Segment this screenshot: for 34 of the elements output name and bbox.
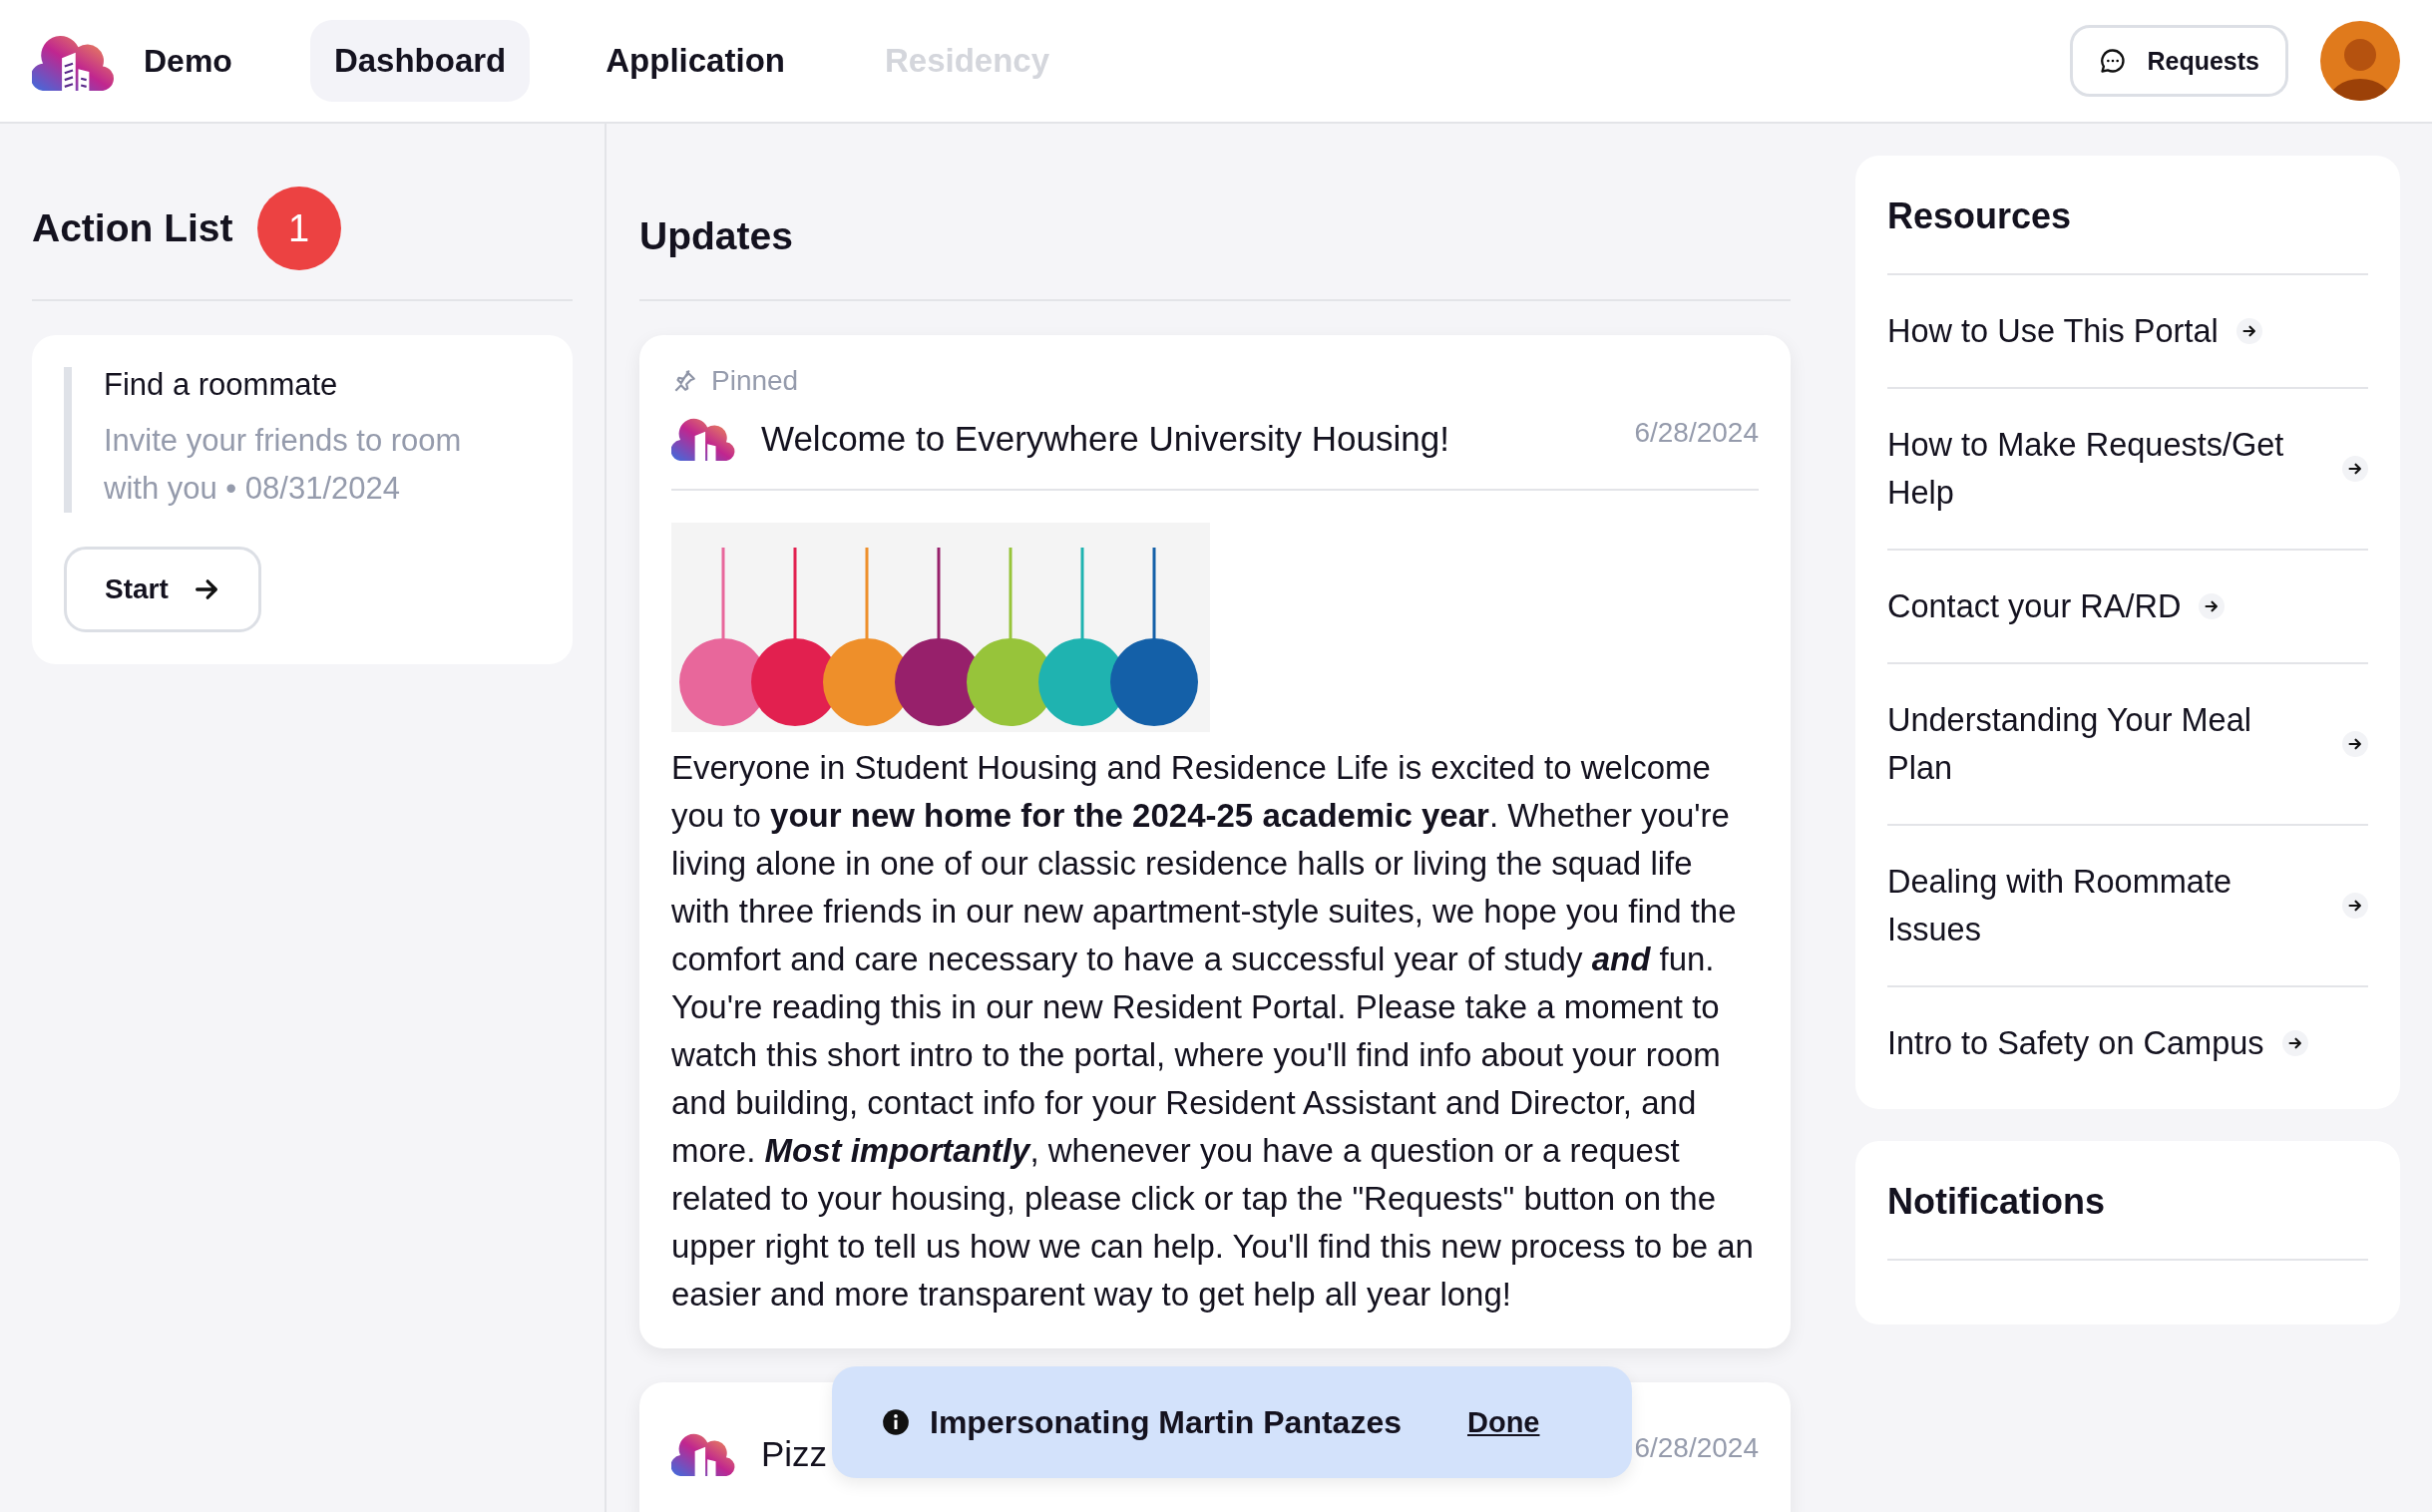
action-description: Invite your friends to room with you • 08/31/2024 <box>104 422 463 508</box>
nav-tab[interactable]: Dashboard <box>309 20 531 102</box>
brand-name[interactable]: Demo <box>144 42 232 80</box>
arrow-right-icon <box>2281 1030 2308 1056</box>
resource-link[interactable]: Contact your RA/RD <box>1887 551 2368 664</box>
chat-bubble-icon <box>2099 47 2128 75</box>
nav-tab[interactable]: Application <box>582 20 809 102</box>
card-title: Resources <box>1887 195 2368 275</box>
start-button[interactable]: Start <box>64 547 261 632</box>
resource-link[interactable]: How to Use This Portal <box>1887 275 2368 389</box>
section-title: Updates <box>639 214 793 258</box>
resource-link[interactable]: Understanding Your Meal Plan <box>1887 664 2368 826</box>
post-title: Pizz <box>761 1434 829 1474</box>
pinned-label: Pinned <box>711 365 799 397</box>
arrow-right-icon <box>2342 893 2368 919</box>
requests-button[interactable]: Requests <box>2070 25 2288 97</box>
done-link[interactable]: Done <box>1467 1405 1540 1439</box>
info-icon <box>882 1408 910 1436</box>
post-title: Welcome to Everywhere University Housing! <box>761 419 1450 459</box>
banner-message: Impersonating Martin Pantazes <box>930 1403 1402 1441</box>
arrow-right-icon <box>2342 456 2368 482</box>
resource-link[interactable]: How to Make Requests/Get Help <box>1887 389 2368 551</box>
card-title: Notifications <box>1887 1181 2368 1261</box>
post-body: Everyone in Student Housing and Residence Life is excited to welcome you to your new home for the 2024-25 academic year. Whether you're living alone in one of our classic residence halls or living the squad life with three friends in our new apartment-style suites, we hope you find the comfort and care necessary to have a successful year of study and fun. You're reading this in our new Resident Portal. Please take a moment to watch this short intro to the portal, where you'll find info about your room and building, contact info for your Resident Assistant and Director, and more. Most importantly, whenever you have a question or a request related to your housing, please click or tap the "Requests" button on the upper right to tell us how we can help. You'll find this new process to be an easier and more transparent way to get help all year long! <box>671 748 1755 1315</box>
arrow-right-icon <box>2235 318 2262 344</box>
resource-link[interactable]: Intro to Safety on Campus <box>1887 987 2368 1099</box>
resource-link[interactable]: Dealing with Roommate Issues <box>1887 826 2368 987</box>
action-title: Find a roommate <box>104 367 339 403</box>
post-date: 6/28/2024 <box>1634 417 1759 449</box>
count-badge: 1 <box>256 187 341 270</box>
section-title: Action List <box>32 206 233 250</box>
post-date: 6/28/2024 <box>1634 1432 1759 1464</box>
arrow-right-icon <box>2199 593 2226 619</box>
arrow-right-icon <box>2342 731 2368 757</box>
